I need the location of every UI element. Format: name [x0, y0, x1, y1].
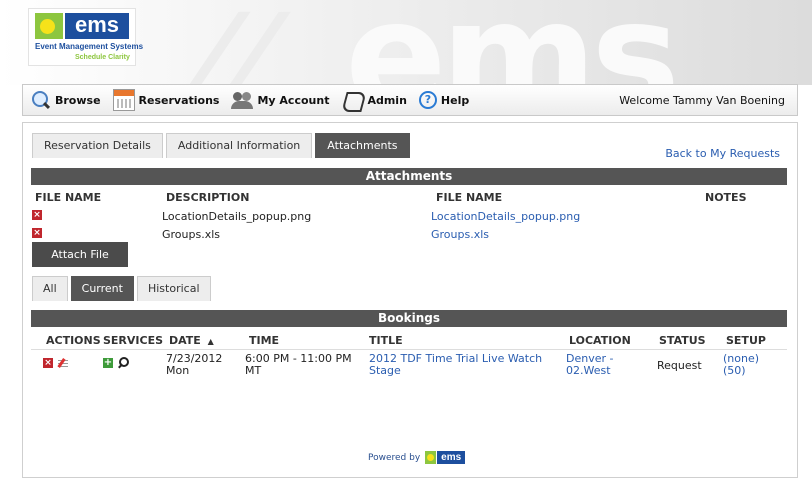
booking-status: Request: [657, 359, 702, 372]
col-header-date-label: DATE: [169, 334, 201, 347]
booking-day-value: Mon: [166, 364, 190, 377]
booking-location-link[interactable]: Denver - 02.West: [566, 353, 613, 377]
nav-admin-label: Admin: [367, 93, 407, 107]
edit-booking-icon[interactable]: [58, 358, 70, 368]
booking-time: 6:00 PM - 11:00 PM MT: [245, 353, 352, 377]
attachment-description: Groups.xls: [162, 228, 221, 241]
col-header-file-name-2: FILE NAME: [436, 191, 503, 204]
header-banner: // ems ems Event Management Systems Sche…: [0, 0, 812, 85]
col-header-status: STATUS: [659, 334, 706, 347]
nav-reservations[interactable]: Reservations: [107, 85, 226, 115]
add-service-icon[interactable]: +: [103, 358, 113, 368]
search-icon: [29, 89, 51, 111]
booking-title-line2: Stage: [369, 364, 401, 377]
booking-date: 7/23/2012 Mon: [166, 353, 222, 377]
booking-time-zone: MT: [245, 364, 262, 377]
logo-word: ems: [65, 13, 129, 39]
col-header-date[interactable]: DATE ▲: [169, 334, 214, 347]
delete-attachment-icon[interactable]: ×: [32, 228, 42, 238]
calendar-icon: [112, 89, 135, 111]
users-icon: [231, 89, 254, 111]
col-header-file-name: FILE NAME: [35, 191, 102, 204]
bookings-section-header: Bookings: [31, 310, 787, 327]
col-header-description: DESCRIPTION: [166, 191, 250, 204]
view-services-icon[interactable]: [118, 357, 129, 368]
col-header-notes: NOTES: [705, 191, 747, 204]
booking-title-link[interactable]: 2012 TDF Time Trial Live Watch Stage: [369, 353, 542, 377]
reservation-tabs: Reservation Details Additional Informati…: [32, 133, 413, 158]
nav-browse-label: Browse: [55, 93, 101, 107]
tab-additional-information[interactable]: Additional Information: [165, 133, 313, 158]
col-header-location: LOCATION: [569, 334, 631, 347]
help-icon: ?: [418, 91, 437, 109]
tab-reservation-details[interactable]: Reservation Details: [32, 133, 163, 158]
attachment-file-link[interactable]: Groups.xls: [431, 229, 489, 241]
col-header-time: TIME: [249, 334, 280, 347]
delete-booking-icon[interactable]: ×: [43, 358, 53, 368]
booking-location-line2: 02.West: [566, 364, 611, 377]
booking-setup-count: (50): [723, 364, 746, 377]
tab-all[interactable]: All: [32, 276, 68, 301]
nav-admin[interactable]: Admin: [335, 85, 412, 115]
booking-setup-link[interactable]: (none) (50): [723, 353, 759, 377]
pen-icon: [341, 89, 363, 111]
sort-ascending-icon: ▲: [207, 337, 214, 346]
nav-my-account-label: My Account: [257, 93, 330, 107]
nav-reservations-label: Reservations: [138, 93, 220, 107]
col-header-setup: SETUP: [726, 334, 766, 347]
sun-icon: [425, 451, 437, 464]
booking-filter-tabs: All Current Historical: [32, 276, 214, 301]
ems-mini-logo[interactable]: ems: [425, 451, 466, 464]
col-header-services: SERVICES: [103, 334, 164, 347]
welcome-message: Welcome Tammy Van Boening: [619, 93, 785, 107]
nav-my-account[interactable]: My Account: [225, 85, 335, 115]
sun-icon: [35, 13, 63, 39]
tab-attachments[interactable]: Attachments: [315, 133, 410, 158]
watermark-wordmark: ems: [345, 0, 680, 85]
delete-attachment-icon[interactable]: ×: [32, 210, 42, 220]
attachments-section-header: Attachments: [31, 168, 787, 185]
logo-company-name: Event Management Systems: [35, 42, 144, 51]
reservation-panel: Reservation Details Additional Informati…: [22, 122, 798, 478]
nav-help[interactable]: ? Help: [413, 85, 475, 115]
col-header-actions: ACTIONS: [46, 334, 101, 347]
back-to-my-requests-link[interactable]: Back to My Requests: [665, 147, 780, 160]
col-header-title: TITLE: [369, 334, 403, 347]
powered-by-footer: Powered by ems: [368, 451, 466, 464]
ems-logo[interactable]: ems Event Management Systems Schedule Cl…: [28, 8, 143, 66]
nav-help-label: Help: [440, 93, 470, 107]
mini-logo-word: ems: [437, 451, 466, 464]
nav-browse[interactable]: Browse: [23, 85, 107, 115]
powered-by-text: Powered by: [368, 452, 421, 463]
tab-historical[interactable]: Historical: [136, 276, 211, 301]
logo-tagline: Schedule Clarity: [75, 54, 130, 61]
attachment-file-link[interactable]: LocationDetails_popup.png: [431, 211, 580, 223]
attach-file-button[interactable]: Attach File: [32, 242, 128, 267]
watermark-slashes: //: [171, 0, 299, 85]
main-navbar: Browse Reservations My Account Admin ? H…: [22, 84, 798, 116]
tab-current[interactable]: Current: [70, 276, 134, 301]
attachment-description: LocationDetails_popup.png: [162, 210, 312, 223]
